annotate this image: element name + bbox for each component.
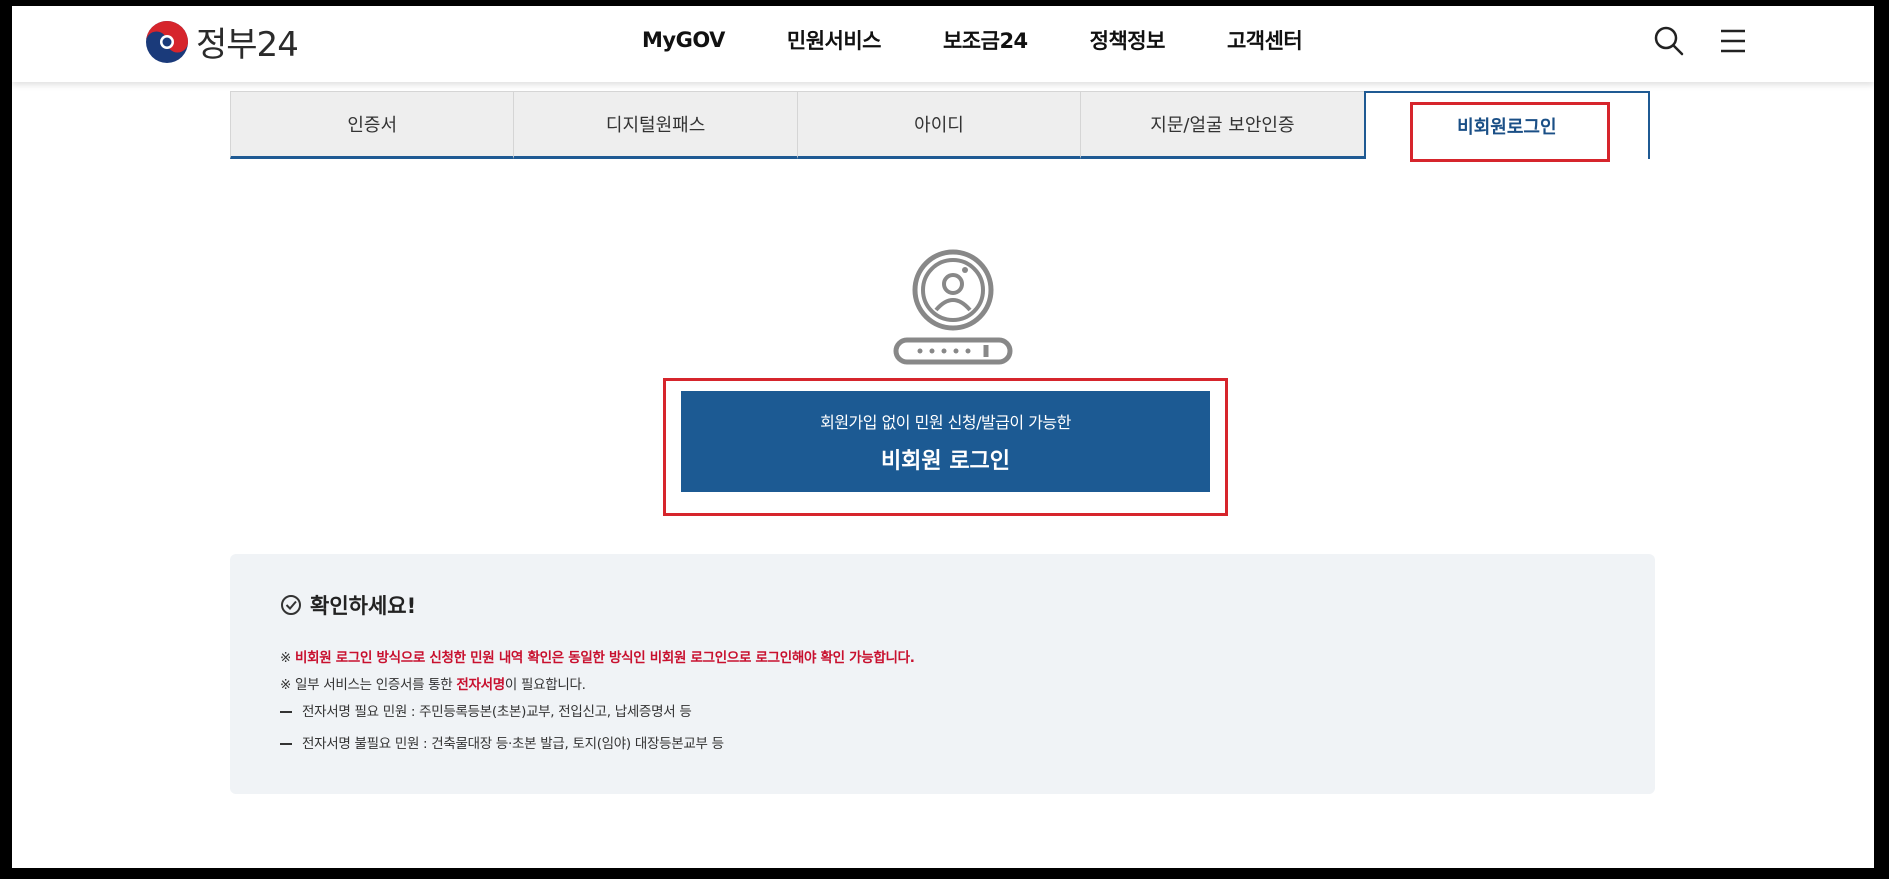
notice-line-e-signature: ※ 일부 서비스는 인증서를 통한 전자서명이 필요합니다. [280, 673, 586, 693]
guest-login-title: 비회원 로그인 [880, 448, 1011, 474]
notice-title: 확인하세요! [310, 594, 417, 618]
dash-icon [280, 711, 292, 713]
tab-biometric-auth[interactable]: 지문/얼굴 보안인증 [1080, 91, 1364, 159]
logo-text: 정부24 [196, 25, 299, 65]
tab-highlight-box [1410, 102, 1610, 162]
check-circle-icon [281, 595, 301, 615]
notice-line-guest-history: ※ 비회원 로그인 방식으로 신청한 민원 내역 확인은 동일한 방식인 비회원… [280, 646, 915, 666]
search-icon[interactable] [1652, 24, 1686, 58]
guest-user-icon [893, 249, 1013, 365]
main-navigation: MyGOV 민원서비스 보조금24 정책정보 고객센터 [642, 6, 1364, 74]
notice-box: 확인하세요! ※ 비회원 로그인 방식으로 신청한 민원 내역 확인은 동일한 … [230, 554, 1655, 794]
tab-certificate[interactable]: 인증서 [230, 91, 514, 159]
guest-login-subtitle: 회원가입 없이 민원 신청/발급이 가능한 [820, 412, 1071, 432]
site-logo[interactable]: 정부24 [144, 17, 299, 66]
dash-icon [280, 743, 292, 745]
taegeuk-logo-icon [146, 20, 188, 63]
browser-page: 정부24 MyGOV 민원서비스 보조금24 정책정보 고객센터 인증서 디지털… [12, 6, 1874, 868]
nav-customer-center[interactable]: 고객센터 [1227, 25, 1303, 55]
notice-e-signature-emphasis: 전자서명 [456, 677, 505, 693]
notice-line-not-required: 전자서명 불필요 민원 : 건축물대장 등·초본 발급, 토지(임야) 대장등본… [280, 732, 724, 752]
notice-mark: ※ [280, 650, 296, 666]
nav-subsidy[interactable]: 보조금24 [943, 25, 1028, 55]
notice-header: 확인하세요! [280, 590, 416, 620]
notice-required-text: 전자서명 필요 민원 : 주민등록등본(초본)교부, 전입신고, 납세증명서 등 [302, 704, 692, 720]
notice-line2-suffix: 이 필요합니다. [504, 677, 586, 693]
notice-red-text: 비회원 로그인 방식으로 신청한 민원 내역 확인은 동일한 방식인 비회원 로… [295, 650, 915, 666]
nav-civil-service[interactable]: 민원서비스 [787, 25, 882, 55]
hamburger-menu-icon[interactable] [1716, 24, 1750, 58]
tab-id[interactable]: 아이디 [796, 91, 1081, 159]
nav-policy-info[interactable]: 정책정보 [1090, 25, 1166, 55]
tab-digital-onepass[interactable]: 디지털원패스 [513, 91, 797, 159]
nav-mygov[interactable]: MyGOV [642, 28, 725, 52]
notice-not-required-text: 전자서명 불필요 민원 : 건축물대장 등·초본 발급, 토지(임야) 대장등본… [302, 736, 724, 752]
notice-line-required: 전자서명 필요 민원 : 주민등록등본(초본)교부, 전입신고, 납세증명서 등 [280, 700, 692, 720]
notice-line2-prefix: ※ 일부 서비스는 인증서를 통한 [280, 677, 457, 693]
site-header: 정부24 MyGOV 민원서비스 보조금24 정책정보 고객센터 [12, 6, 1874, 82]
guest-login-button[interactable]: 회원가입 없이 민원 신청/발급이 가능한 비회원 로그인 [681, 391, 1210, 492]
